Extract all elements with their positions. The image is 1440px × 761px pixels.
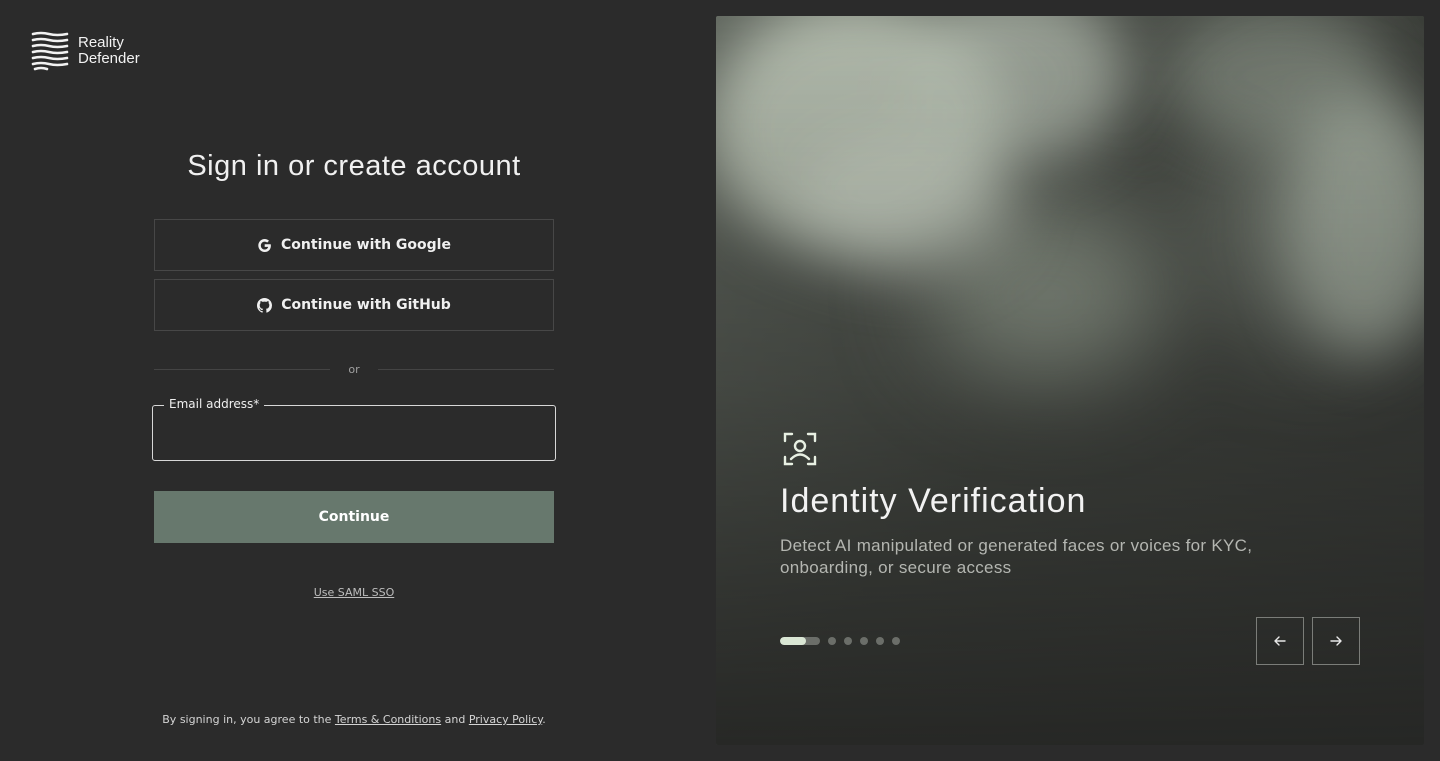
logo-mark-icon [31, 31, 69, 71]
legal-notice: By signing in, you agree to the Terms & … [100, 713, 608, 726]
terms-link[interactable]: Terms & Conditions [335, 713, 441, 726]
email-field-wrapper: Email address* [152, 397, 556, 461]
carousel-indicator-dot[interactable] [876, 637, 884, 645]
carousel-prev-button[interactable] [1256, 617, 1304, 665]
legal-prefix: By signing in, you agree to the [162, 713, 335, 726]
arrow-right-icon [1330, 636, 1342, 646]
divider-line-left [154, 368, 330, 370]
legal-middle: and [441, 713, 469, 726]
divider-text: or [348, 362, 360, 376]
google-button-label: Continue with Google [281, 237, 451, 253]
email-input[interactable] [153, 406, 555, 460]
feature-description: Detect AI manipulated or generated faces… [780, 536, 1253, 577]
or-divider: or [154, 360, 554, 378]
carousel-progress-fill [780, 637, 806, 645]
carousel-indicator-dot[interactable] [860, 637, 868, 645]
reality-defender-logo[interactable]: Reality Defender [31, 31, 140, 71]
github-icon [257, 297, 273, 313]
use-saml-sso-link[interactable]: Use SAML SSO [154, 586, 554, 599]
sign-in-panel: Reality Defender Sign in or create accou… [0, 0, 708, 761]
feature-title: Identity Verification [780, 482, 1087, 520]
carousel-indicators [780, 637, 900, 645]
email-field-label: Email address* [164, 397, 265, 411]
arrow-left-icon [1274, 636, 1286, 646]
continue-button[interactable]: Continue [154, 491, 554, 543]
face-scan-icon [783, 432, 817, 466]
google-icon [258, 238, 271, 252]
carousel-indicator-dot[interactable] [828, 637, 836, 645]
continue-with-github-button[interactable]: Continue with GitHub [154, 279, 554, 331]
carousel-indicator-active[interactable] [780, 637, 820, 645]
page-title: Sign in or create account [187, 150, 521, 182]
privacy-policy-link[interactable]: Privacy Policy [469, 713, 542, 726]
continue-with-google-button[interactable]: Continue with Google [154, 219, 554, 271]
logo-text-line1: Reality [78, 34, 124, 51]
legal-suffix: . [542, 713, 546, 726]
github-button-label: Continue with GitHub [281, 297, 451, 313]
feature-carousel: Identity Verification Detect AI manipula… [716, 16, 1424, 745]
carousel-indicator-dot[interactable] [892, 637, 900, 645]
carousel-next-button[interactable] [1312, 617, 1360, 665]
logo-text: Reality Defender [78, 35, 140, 67]
carousel-indicator-dot[interactable] [844, 637, 852, 645]
divider-line-right [378, 368, 554, 370]
logo-text-line2: Defender [78, 50, 140, 67]
